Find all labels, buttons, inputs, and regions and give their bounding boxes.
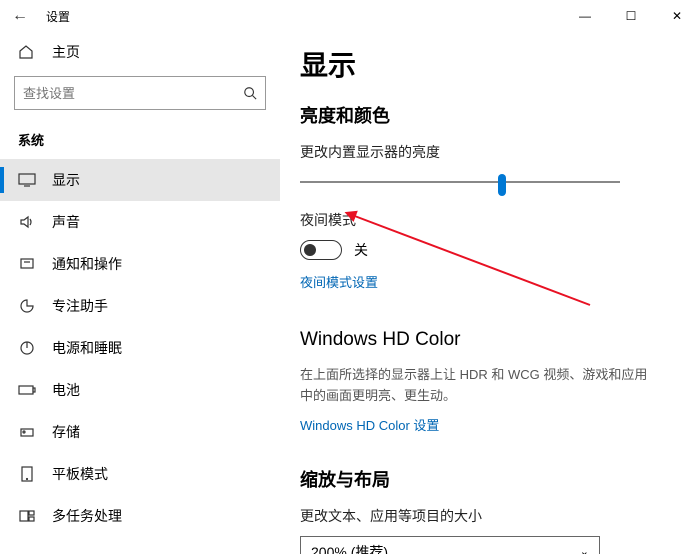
search-box[interactable] (14, 76, 266, 110)
storage-icon (18, 423, 36, 441)
titlebar: ← 设置 — ☐ ✕ (0, 0, 700, 32)
search-input[interactable] (23, 86, 243, 101)
sidebar-item-label: 存储 (52, 422, 80, 442)
sidebar-item-notifications[interactable]: 通知和操作 (0, 243, 280, 285)
sidebar-item-label: 多任务处理 (52, 506, 122, 526)
sidebar-item-label: 显示 (52, 170, 80, 190)
tablet-icon (18, 465, 36, 483)
sidebar-item-label: 电池 (52, 380, 80, 400)
battery-icon (18, 381, 36, 399)
hd-section-title: Windows HD Color (300, 329, 670, 351)
minimize-button[interactable]: — (562, 0, 608, 32)
sound-icon (18, 213, 36, 231)
sidebar-item-tablet[interactable]: 平板模式 (0, 453, 280, 495)
window-title: 设置 (46, 8, 70, 25)
content-area: 显示 亮度和颜色 更改内置显示器的亮度 夜间模式 关 夜间模式设置 Window… (280, 32, 700, 554)
night-toggle[interactable] (300, 240, 342, 260)
hd-settings-link[interactable]: Windows HD Color 设置 (300, 415, 439, 434)
sidebar-item-label: 平板模式 (52, 464, 108, 484)
sidebar-item-label: 声音 (52, 212, 80, 232)
night-label: 夜间模式 (300, 210, 670, 230)
sidebar-item-label: 电源和睡眠 (52, 338, 122, 358)
sidebar: 主页 系统 显示 声音 通知和操作 专注助手 电源和睡眠 (0, 32, 280, 554)
night-settings-link[interactable]: 夜间模式设置 (300, 272, 378, 291)
sidebar-item-battery[interactable]: 电池 (0, 369, 280, 411)
maximize-button[interactable]: ☐ (608, 0, 654, 32)
sidebar-item-multitask[interactable]: 多任务处理 (0, 495, 280, 537)
home-icon (18, 44, 36, 60)
notifications-icon (18, 255, 36, 273)
search-icon (243, 86, 257, 100)
back-button[interactable]: ← (12, 7, 36, 25)
window-controls: — ☐ ✕ (562, 0, 700, 32)
home-label: 主页 (52, 42, 80, 62)
close-button[interactable]: ✕ (654, 0, 700, 32)
category-system: 系统 (0, 122, 280, 159)
brightness-slider[interactable] (300, 172, 620, 192)
slider-thumb[interactable] (498, 174, 506, 196)
home-nav[interactable]: 主页 (0, 32, 280, 72)
brightness-label: 更改内置显示器的亮度 (300, 142, 670, 162)
display-icon (18, 171, 36, 189)
power-icon (18, 339, 36, 357)
sidebar-item-power[interactable]: 电源和睡眠 (0, 327, 280, 369)
sidebar-item-focus[interactable]: 专注助手 (0, 285, 280, 327)
scale-value: 200% (推荐) (311, 542, 388, 554)
page-title: 显示 (300, 44, 670, 84)
chevron-down-icon: ⌄ (580, 545, 589, 554)
scale-dropdown[interactable]: 200% (推荐) ⌄ (300, 536, 600, 554)
sidebar-item-display[interactable]: 显示 (0, 159, 280, 201)
scale-label: 更改文本、应用等项目的大小 (300, 506, 670, 526)
hd-description: 在上面所选择的显示器上让 HDR 和 WCG 视频、游戏和应用中的画面更明亮、更… (300, 365, 660, 407)
sidebar-item-label: 通知和操作 (52, 254, 122, 274)
brightness-section-title: 亮度和颜色 (300, 102, 670, 128)
night-toggle-state: 关 (354, 240, 368, 260)
multitask-icon (18, 507, 36, 525)
sidebar-item-label: 专注助手 (52, 296, 108, 316)
sidebar-item-sound[interactable]: 声音 (0, 201, 280, 243)
scale-section-title: 缩放与布局 (300, 466, 670, 492)
focus-icon (18, 297, 36, 315)
sidebar-item-storage[interactable]: 存储 (0, 411, 280, 453)
